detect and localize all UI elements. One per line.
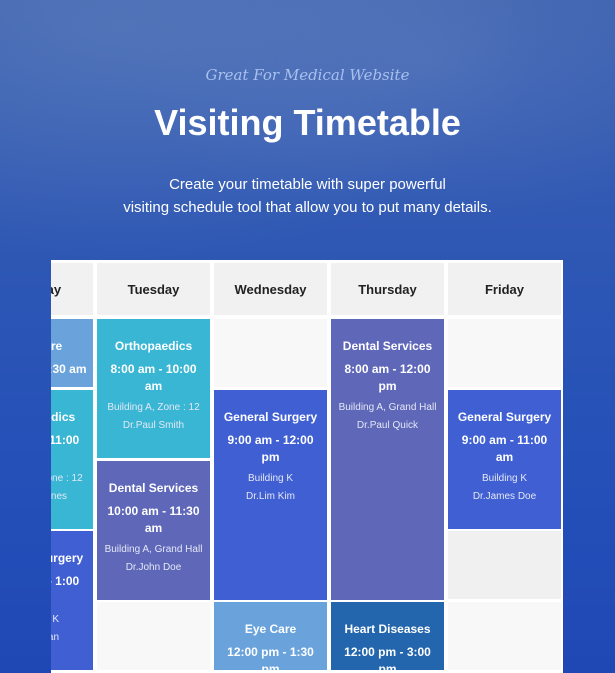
day-header-monday: Monday	[51, 263, 93, 315]
appointment-block[interactable]: General Surgery 9:00 am - 12:00 pm Buildin…	[214, 390, 327, 600]
timetable: MondayTuesdayWednesdayThursdayFriday Eye …	[51, 260, 563, 673]
empty-slot	[448, 602, 561, 670]
appointment-name: Eye Care	[51, 339, 63, 353]
desc-line: visiting schedule tool that allow you to…	[123, 199, 492, 216]
empty-slot	[448, 531, 561, 599]
appointment-block[interactable]: Heart Diseases 12:00 pm - 3:00 pm	[331, 602, 444, 673]
hero-background	[0, 0, 615, 300]
day-header-friday: Friday	[448, 263, 561, 315]
empty-slot	[97, 602, 210, 670]
appointment-location: Building A, Grand Hall	[104, 544, 203, 555]
appointment-name: Eye Care	[244, 622, 297, 636]
empty-slot	[448, 319, 561, 387]
appointment-name: General Surgery	[51, 551, 84, 565]
appointment-location: Building K	[51, 614, 60, 625]
appointment-time: 8:00 am - 10:00 am	[110, 362, 197, 393]
appointment-time: 12:00 pm - 1:30 pm	[227, 645, 314, 673]
appointment-doctor: Dr.Nathan	[51, 632, 60, 643]
appointment-time: 10:00 am - 11:30 am	[107, 504, 200, 535]
appointment-block[interactable]: Orthopaedics 9:00 am - 11:00 am Building A…	[51, 390, 93, 529]
section-subtitle: Great For Medical Website	[205, 66, 410, 84]
appointment-doctor: Dr.Tom Jones	[51, 491, 68, 502]
appointment-location: Building K	[247, 473, 294, 484]
appointment-location: Building K	[481, 473, 528, 484]
desc-line: Create your timetable with super powerfu…	[169, 176, 446, 193]
appointment-block[interactable]: Dental Services 8:00 am - 12:00 pm Buildin…	[331, 319, 444, 600]
appointment-name: General Surgery	[223, 410, 318, 424]
empty-slot	[214, 319, 327, 387]
appointment-block[interactable]: Eye Care12:00 pm - 1:30 pmBuilding C, Zo…	[214, 602, 327, 673]
appointment-doctor: Dr.Lim Kim	[246, 491, 295, 502]
appointment-time: 9:00 am - 11:00 am	[51, 433, 80, 447]
section-description: Create your timetable with super powerfu…	[0, 173, 615, 219]
appointment-name: Orthopaedics	[51, 410, 76, 424]
appointment-doctor: Dr.Paul Quick	[356, 420, 419, 431]
appointment-doctor: Dr.Paul Smith	[122, 420, 185, 431]
day-header-wednesday: Wednesday	[214, 263, 327, 315]
appointment-time: 12:00 pm - 3:00 pm	[344, 645, 431, 673]
appointment-block[interactable]: Orthopaedics 8:00 am - 10:00 am Building A…	[97, 319, 210, 458]
appointment-name: Orthopaedics	[114, 339, 193, 353]
appointment-name: Dental Services	[108, 481, 199, 495]
appointment-time: 8:00 am - 12:00 pm	[344, 362, 431, 393]
appointment-location: Building A, Grand Hall	[338, 402, 437, 413]
appointment-doctor: Dr.John Doe	[125, 562, 182, 573]
appointment-block[interactable]: Dental Services 10:00 am - 11:30 am Buildi…	[97, 461, 210, 600]
appointment-block[interactable]: General Surgery 9:00 am - 11:00 am Buildin…	[448, 390, 561, 529]
appointment-block[interactable]: Eye Care 8:00 am - 9:30 am	[51, 319, 93, 387]
appointment-time: 8:00 am - 9:30 am	[51, 362, 87, 376]
day-header-tuesday: Tuesday	[97, 263, 210, 315]
appointment-block[interactable]: General Surgery 11:00 am - 1:00 pm Buildin…	[51, 531, 93, 670]
appointment-location: Building A, Zone : 12	[107, 402, 200, 413]
appointment-name: General Surgery	[457, 410, 552, 424]
appointment-time: 9:00 am - 11:00 am	[461, 433, 548, 464]
appointment-location: Building A, Zone : 12	[51, 473, 83, 484]
appointment-time: 9:00 am - 12:00 pm	[227, 433, 314, 464]
appointment-doctor: Dr.James Doe	[472, 491, 537, 502]
appointment-time: 11:00 am - 1:00 pm	[51, 574, 80, 588]
appointment-name: Dental Services	[342, 339, 433, 353]
appointment-name: Heart Diseases	[344, 622, 431, 636]
day-header-thursday: Thursday	[331, 263, 444, 315]
page-title: Visiting Timetable	[154, 102, 461, 143]
